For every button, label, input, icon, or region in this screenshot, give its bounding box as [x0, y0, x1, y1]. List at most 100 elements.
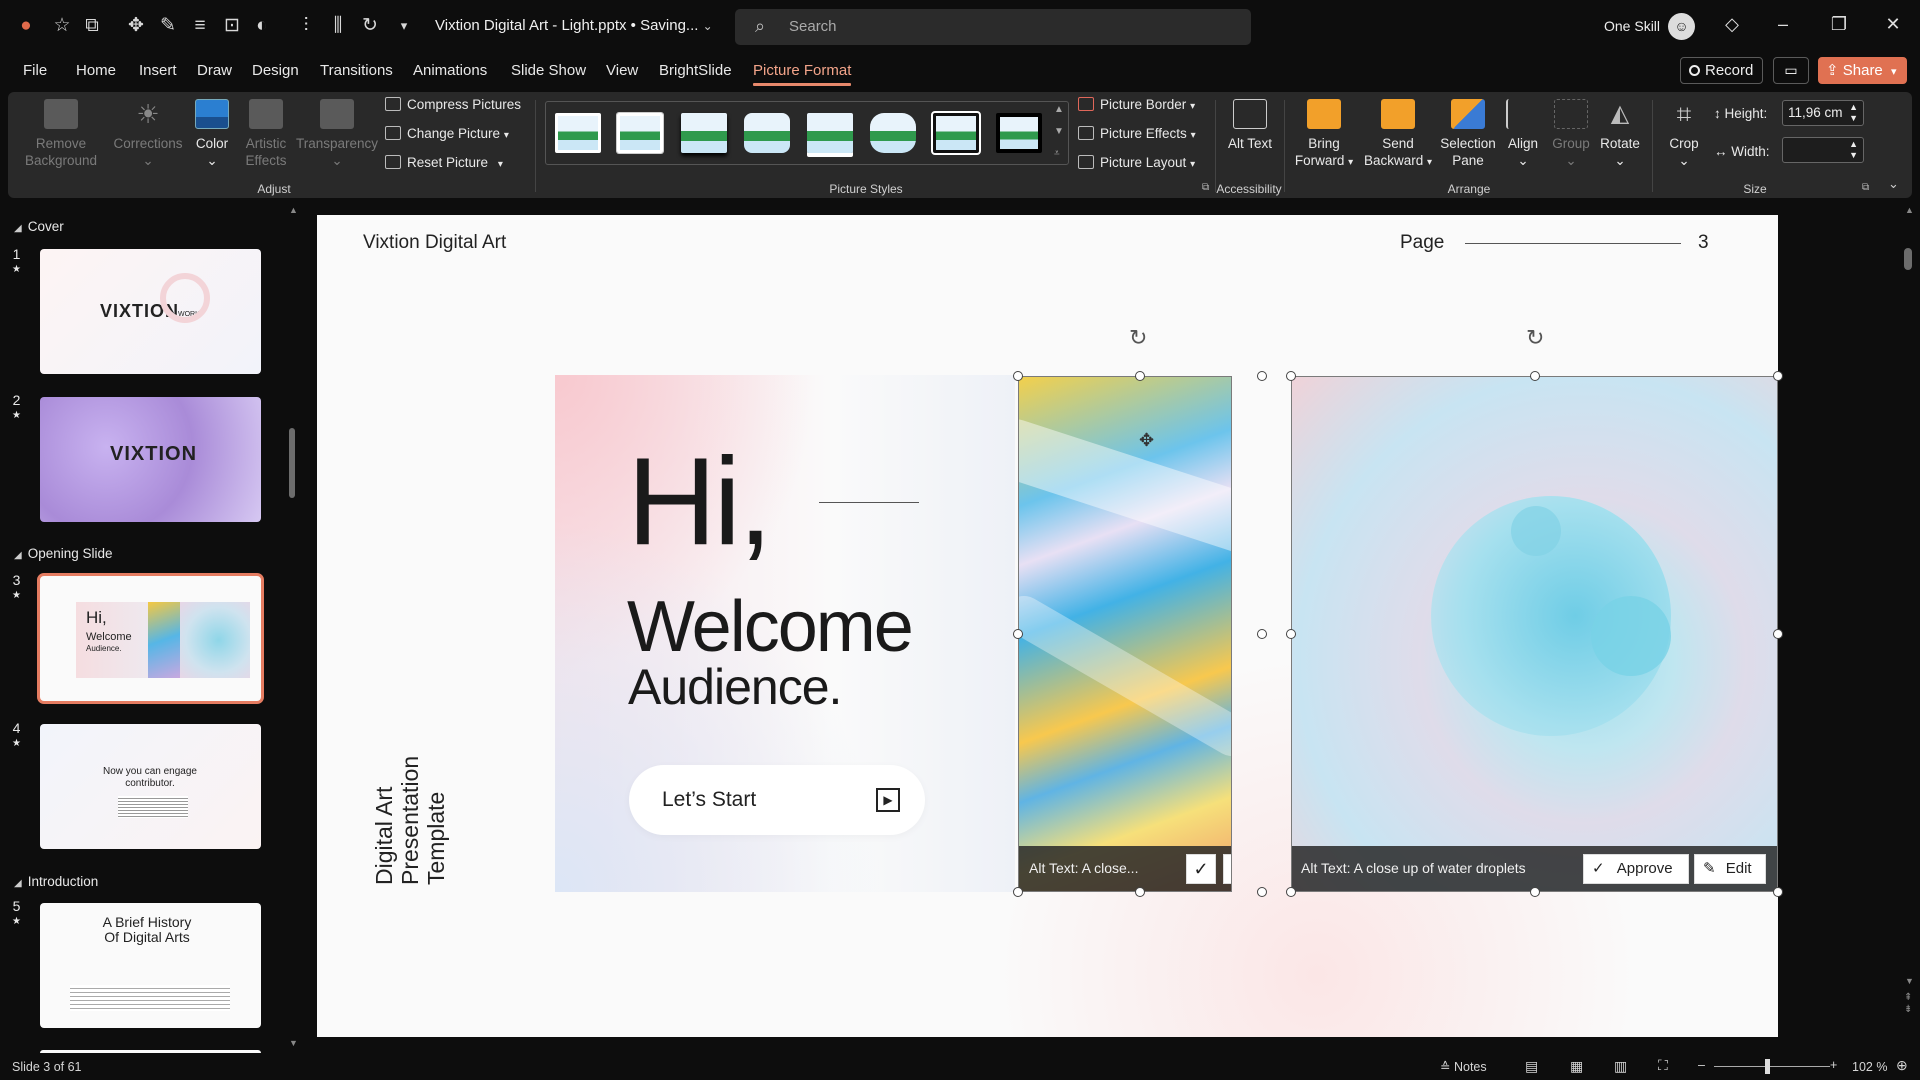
prev-next-slide-icon[interactable]: ⇞ ⇟	[1904, 992, 1912, 1016]
slide-thumbnail-3[interactable]: Hi, Welcome Audience.	[37, 573, 264, 704]
slide-page-label[interactable]: Page	[1400, 232, 1444, 254]
redo-icon[interactable]: ↻	[358, 14, 382, 38]
picture-style-5[interactable]	[807, 113, 853, 153]
tab-insert[interactable]: Insert	[139, 62, 177, 79]
resize-handle[interactable]	[1286, 629, 1296, 639]
picture-style-3[interactable]	[681, 113, 727, 153]
minimize-button[interactable]: –	[1768, 14, 1798, 35]
format-painter-icon[interactable]: ≡	[188, 14, 212, 38]
tab-view[interactable]: View	[606, 62, 638, 79]
slide-thumbnail-1[interactable]: VIXTION WORK	[40, 249, 261, 374]
user-name[interactable]: One Skill	[1604, 18, 1660, 34]
resize-handle[interactable]	[1013, 887, 1023, 897]
rotate-handle-icon[interactable]: ↻	[1526, 325, 1544, 351]
align-shortcut-icon[interactable]: ⫶	[294, 14, 318, 38]
zoom-slider[interactable]	[1714, 1066, 1830, 1067]
tab-transitions[interactable]: Transitions	[320, 62, 393, 79]
draw-icon[interactable]: ✎	[156, 14, 180, 38]
resize-handle[interactable]	[1013, 371, 1023, 381]
slide-thumbnail-5[interactable]: A Brief History Of Digital Arts	[40, 903, 261, 1028]
lets-start-button[interactable]: Let’s Start ▶	[629, 765, 925, 835]
picture-border-button[interactable]: Picture Border ▾	[1078, 97, 1195, 112]
zoom-in-icon[interactable]: +	[1830, 1058, 1837, 1072]
resize-handle[interactable]	[1257, 371, 1267, 381]
width-field[interactable]: ▲ ▼	[1782, 137, 1864, 163]
fit-to-window-icon[interactable]: ⊕	[1896, 1057, 1908, 1074]
thumbnails-scrollbar[interactable]	[289, 428, 295, 498]
transparency-button[interactable]: Transparency ⌄	[296, 99, 378, 169]
slide-scroll-thumb[interactable]	[1904, 248, 1912, 270]
scroll-down-icon[interactable]: ▼	[1905, 976, 1914, 986]
avatar[interactable]: ☺	[1668, 13, 1695, 40]
picture-style-2[interactable]	[617, 113, 663, 153]
resize-handle[interactable]	[1135, 371, 1145, 381]
tab-animations[interactable]: Animations	[413, 62, 487, 79]
tab-home[interactable]: Home	[76, 62, 116, 79]
resize-handle[interactable]	[1773, 371, 1783, 381]
send-backward-button[interactable]: Send Backward ▾	[1362, 99, 1434, 171]
picture-effects-button[interactable]: Picture Effects ▾	[1078, 126, 1196, 141]
height-field[interactable]: 11,96 cm ▲ ▼	[1782, 100, 1864, 126]
notes-button[interactable]: ≙ Notes	[1440, 1059, 1487, 1074]
selection-pane-button[interactable]: Selection Pane	[1438, 99, 1498, 169]
resize-handle[interactable]	[1013, 629, 1023, 639]
align-button[interactable]: Align ⌄	[1500, 99, 1546, 169]
slide-thumbnail-2[interactable]: VIXTION	[40, 397, 261, 522]
distribute-icon[interactable]: ⫼	[326, 14, 350, 38]
gallery-more-icon[interactable]: ⩡	[1054, 148, 1060, 159]
section-introduction[interactable]: ◢ Introduction	[14, 874, 98, 889]
slide-canvas[interactable]: Vixtion Digital Art Page 3 Hi, Welcome A…	[317, 215, 1778, 1037]
resize-handle[interactable]	[1257, 887, 1267, 897]
record-button[interactable]: Record	[1680, 57, 1763, 84]
rotate-handle-icon[interactable]: ↻	[1129, 325, 1147, 351]
size-dialog-launcher-icon[interactable]: ⧉	[1862, 182, 1869, 193]
slide-sorter-icon[interactable]: ▦	[1570, 1058, 1583, 1075]
shape-fill-icon[interactable]: ◐	[250, 14, 274, 38]
vertical-text-group[interactable]: Digital Art Presentation Template	[371, 756, 491, 895]
crop-button[interactable]: ⌗ Crop ⌄	[1662, 99, 1706, 169]
picture-style-8[interactable]	[996, 113, 1042, 153]
change-picture-button[interactable]: Change Picture ▾	[385, 126, 509, 141]
dialog-launcher-icon[interactable]: ⧉	[1202, 182, 1209, 193]
premium-diamond-icon[interactable]: ◇	[1717, 14, 1747, 35]
zoom-slider-thumb[interactable]	[1765, 1059, 1770, 1074]
normal-view-icon[interactable]: ▤	[1525, 1058, 1538, 1075]
tab-design[interactable]: Design	[252, 62, 299, 79]
reset-picture-button[interactable]: Reset Picture ▾	[385, 155, 503, 170]
hero-hi-text[interactable]: Hi,	[627, 440, 773, 564]
slide-scrollbar[interactable]: ▲ ▼ ⇞ ⇟	[1900, 205, 1916, 1050]
section-cover[interactable]: ◢ Cover	[14, 219, 64, 234]
picture-layout-button[interactable]: Picture Layout ▾	[1078, 155, 1195, 170]
resize-handle[interactable]	[1773, 629, 1783, 639]
comments-button[interactable]: ▭	[1773, 57, 1809, 84]
picture-style-1[interactable]	[555, 113, 601, 153]
hero-audience-text[interactable]: Audience.	[628, 659, 842, 715]
reading-view-icon[interactable]: ▥	[1614, 1058, 1627, 1075]
resize-handle[interactable]	[1529, 887, 1540, 897]
save-icon[interactable]: ⧉	[80, 14, 104, 38]
tab-file[interactable]: File	[23, 62, 47, 79]
resize-handle[interactable]	[1135, 887, 1145, 897]
tab-slide-show[interactable]: Slide Show	[511, 62, 586, 79]
gallery-down-icon[interactable]: ▼	[1054, 126, 1064, 137]
scroll-up-icon[interactable]: ▲	[289, 205, 298, 215]
restore-button[interactable]: ❐	[1824, 14, 1854, 35]
share-button[interactable]: ⇪ Share ▾	[1818, 57, 1907, 84]
color-button[interactable]: Color ⌄	[190, 99, 234, 169]
tab-draw[interactable]: Draw	[197, 62, 232, 79]
artistic-effects-button[interactable]: Artistic Effects	[240, 99, 292, 169]
resize-handle[interactable]	[1286, 887, 1296, 897]
scroll-up-icon[interactable]: ▲	[1905, 205, 1914, 215]
zoom-out-icon[interactable]: –	[1698, 1058, 1705, 1072]
slide-page-number[interactable]: 3	[1698, 232, 1709, 254]
remove-background-button[interactable]: Remove Background	[20, 99, 102, 169]
autosave-icon[interactable]: ☆	[50, 14, 74, 38]
zoom-level[interactable]: 102 %	[1852, 1060, 1887, 1074]
collapse-ribbon-icon[interactable]: ⌄	[1888, 176, 1899, 192]
touch-mode-icon[interactable]: ✥	[124, 14, 148, 38]
picture-style-7[interactable]	[931, 111, 981, 155]
hero-welcome-text[interactable]: Welcome	[627, 587, 914, 667]
resize-handle[interactable]	[1773, 887, 1783, 897]
spinner-icon[interactable]: ▲ ▼	[1849, 102, 1858, 124]
compress-pictures-button[interactable]: Compress Pictures	[385, 97, 521, 112]
